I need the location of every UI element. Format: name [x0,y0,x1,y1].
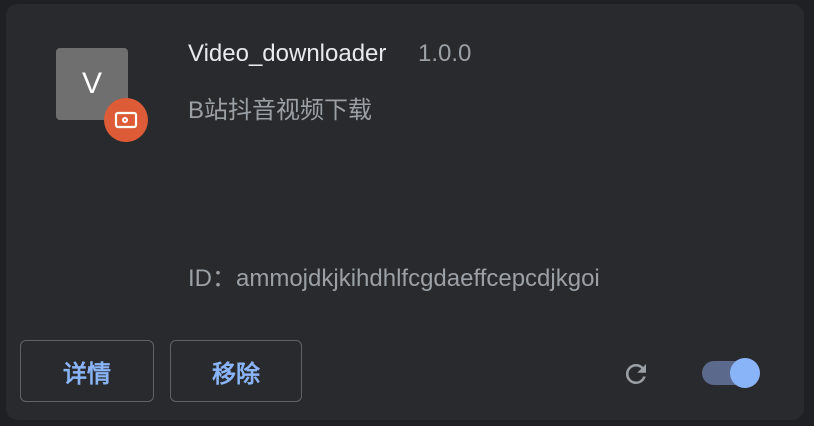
extension-icon-letter: V [81,67,102,100]
remove-button[interactable]: 移除 [170,340,302,402]
extension-version: 1.0.0 [418,40,472,67]
disk-icon [114,111,138,129]
extension-card: V Video_downloader 1.0.0 B站抖音视频下载 ID：amm… [6,4,804,420]
enable-toggle[interactable] [702,358,764,388]
details-button[interactable]: 详情 [20,340,154,402]
unpacked-badge-icon [104,98,148,142]
extension-name: Video_downloader [188,40,387,67]
extension-description: B站抖音视频下载 [188,97,373,124]
reload-icon[interactable] [618,356,654,392]
reload-glyph [626,364,646,384]
toggle-knob [730,358,760,388]
extension-id: ID：ammojdkjkihdhlfcgdaeffcepcdjkgoi [188,265,600,292]
